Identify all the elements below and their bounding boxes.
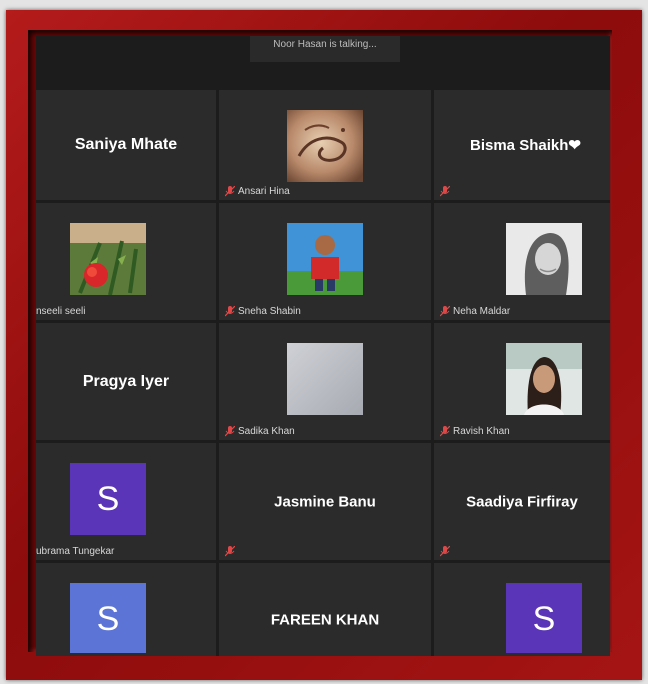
participant-tile[interactable]: nseeli seeli	[36, 203, 216, 320]
meeting-screen: Noor Hasan is talking... Saniya Mhate An…	[36, 36, 610, 656]
participant-tile[interactable]: Pragya Iyer	[36, 323, 216, 440]
participant-tile[interactable]: S ubrama Tungekar	[36, 443, 216, 560]
muted-mic-icon	[440, 186, 450, 197]
participant-label-text: nseeli seeli	[36, 306, 86, 317]
talking-indicator: Noor Hasan is talking...	[250, 36, 400, 62]
participant-tile[interactable]: Jasmine Banu	[219, 443, 431, 560]
participant-label-text: Ravish Khan	[453, 426, 510, 437]
muted-mic-icon	[225, 186, 235, 197]
muted-mic-icon	[225, 306, 235, 317]
participant-label: ubrama Tungekar	[36, 546, 114, 557]
participant-label: Neha Maldar	[440, 306, 510, 317]
participant-label	[440, 186, 450, 197]
grey-avatar	[287, 343, 363, 415]
participant-label-text: Sneha Shabin	[238, 306, 301, 317]
participant-label-text: Neha Maldar	[453, 306, 511, 317]
participant-tile[interactable]: Ravish Khan	[434, 323, 610, 440]
participant-name: Saniya Mhate	[74, 136, 178, 153]
muted-mic-icon	[440, 426, 450, 437]
participant-name: Saadiya Firfiray	[466, 493, 578, 510]
participant-tile[interactable]: Bisma Shaikh❤	[434, 90, 610, 200]
participant-tile[interactable]: Neha Maldar	[434, 203, 610, 320]
participant-label-text: Sadika Khan	[238, 426, 295, 437]
woman-avatar	[506, 223, 582, 295]
calligraphy-avatar	[287, 110, 363, 182]
participant-label	[440, 546, 450, 557]
participant-label: Ravish Khan	[440, 426, 510, 437]
participant-label: nseeli seeli	[36, 306, 85, 317]
participant-tile[interactable]: Saniya Mhate	[36, 90, 216, 200]
initial-avatar: S	[506, 583, 582, 653]
flower-avatar	[70, 223, 146, 296]
muted-mic-icon	[440, 546, 450, 557]
participant-label: Ansari Hina	[225, 186, 290, 197]
participant-label-text: ubrama Tungekar	[36, 546, 115, 557]
participant-tile[interactable]: Saadiya Firfiray	[434, 443, 610, 560]
participant-tile[interactable]: FAREEN KHAN	[219, 563, 431, 656]
participant-name: Bisma Shaikh❤	[470, 137, 586, 154]
participant-tile[interactable]: Sneha Shabin	[219, 203, 431, 320]
participant-name: Pragya Iyer	[82, 372, 170, 390]
participant-label: Sadika Khan	[225, 426, 295, 437]
initial-avatar: S	[70, 463, 146, 535]
participant-label: Sneha Shabin	[225, 306, 301, 317]
participant-tile[interactable]: S	[434, 563, 610, 656]
initial-avatar: S	[70, 583, 146, 653]
participant-label-text: Ansari Hina	[238, 186, 290, 197]
muted-mic-icon	[225, 426, 235, 437]
participant-label	[225, 546, 235, 557]
child-avatar	[287, 223, 363, 295]
participant-tile[interactable]: S	[36, 563, 216, 656]
participant-tile[interactable]: Sadika Khan	[219, 323, 431, 440]
participant-tile[interactable]: Ansari Hina	[219, 90, 431, 200]
participant-name: Jasmine Banu	[274, 493, 376, 510]
muted-mic-icon	[440, 306, 450, 317]
participant-name: FAREEN KHAN	[270, 611, 380, 629]
woman-portrait-avatar	[506, 343, 582, 415]
muted-mic-icon	[225, 546, 235, 557]
